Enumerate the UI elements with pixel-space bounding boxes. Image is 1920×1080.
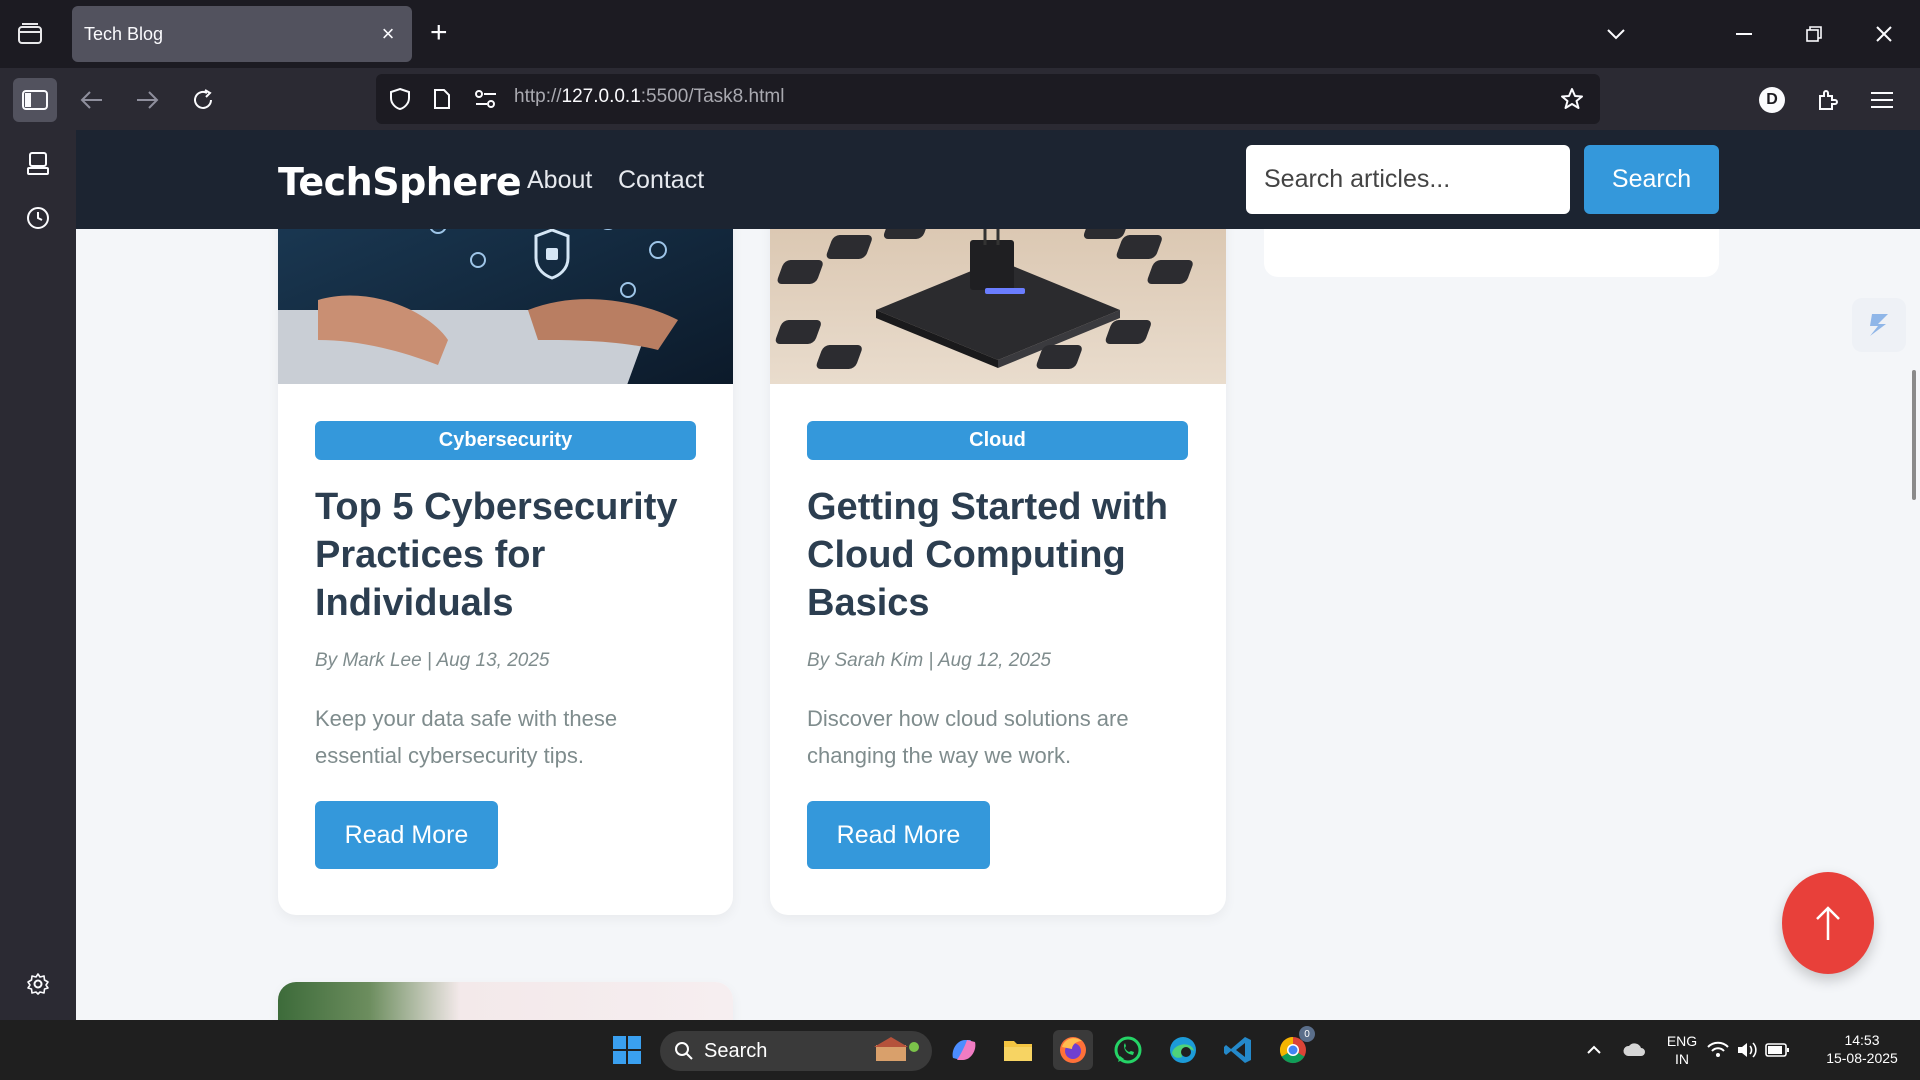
tab-title: Tech Blog [84, 23, 164, 44]
profile-initial: D [1759, 87, 1785, 113]
taskbar-search[interactable]: Search [660, 1031, 932, 1071]
site-header: TechSphere About Contact Search [76, 130, 1920, 229]
search-button[interactable]: Search [1584, 145, 1719, 214]
browser-nav-bar: http://127.0.0.1:5500/Task8.html D [0, 68, 1920, 130]
read-more-button[interactable]: Read More [807, 801, 990, 869]
history-clock-icon[interactable] [20, 200, 56, 236]
post-meta: By Sarah Kim | Aug 12, 2025 [807, 650, 1051, 671]
menu-icon[interactable] [1860, 78, 1904, 122]
minimize-icon[interactable] [1724, 14, 1764, 54]
bookmark-star-icon[interactable] [1558, 85, 1586, 113]
wifi-icon [1707, 1041, 1729, 1057]
new-tab-icon[interactable]: + [430, 18, 448, 48]
extension-float-icon[interactable] [1852, 298, 1906, 352]
site-permissions-icon[interactable] [472, 85, 500, 113]
url-host: 127.0.0.1 [561, 86, 641, 107]
windows-taskbar: Search 0 ENG IN 14:53 15-08-2025 [0, 1020, 1920, 1080]
shield-icon[interactable] [386, 85, 414, 113]
post-card [278, 982, 733, 1020]
clock-date: 15-08-2025 [1826, 1050, 1898, 1066]
url-path: :5500/Task8.html [640, 86, 785, 107]
reload-icon[interactable] [181, 78, 225, 122]
post-image [278, 982, 733, 1020]
forward-arrow-icon[interactable] [125, 78, 169, 122]
url-text[interactable]: http://127.0.0.1:5500/Task8.html [514, 86, 784, 108]
search-highlight-icon [874, 1037, 919, 1061]
chevron-up-icon[interactable] [1574, 1030, 1614, 1070]
volume-icon [1738, 1042, 1757, 1058]
post-title[interactable]: Top 5 Cybersecurity Practices for Indivi… [315, 483, 715, 627]
file-explorer-icon[interactable] [998, 1030, 1038, 1070]
category-tag[interactable]: Cybersecurity [315, 421, 696, 460]
extensions-icon[interactable] [1806, 78, 1850, 122]
restore-icon[interactable] [1794, 14, 1834, 54]
settings-gear-icon[interactable] [20, 966, 56, 1002]
category-tag[interactable]: Cloud [807, 421, 1188, 460]
post-meta: By Mark Lee | Aug 13, 2025 [315, 650, 550, 671]
post-excerpt: Keep your data safe with these essential… [315, 706, 618, 768]
firefox-icon[interactable] [1053, 1030, 1093, 1070]
close-window-icon[interactable] [1864, 14, 1904, 54]
back-arrow-icon[interactable] [70, 78, 114, 122]
page-icon [428, 85, 456, 113]
system-tray-status[interactable] [1706, 1030, 1806, 1070]
chrome-badge: 0 [1299, 1026, 1315, 1042]
chevron-down-icon[interactable] [1596, 14, 1636, 54]
post-title[interactable]: Getting Started with Cloud Computing Bas… [807, 483, 1207, 627]
url-bar[interactable]: http://127.0.0.1:5500/Task8.html [376, 74, 1600, 124]
chrome-icon[interactable]: 0 [1273, 1026, 1315, 1070]
profile-avatar[interactable]: D [1750, 78, 1794, 122]
windows-start-icon[interactable] [607, 1030, 647, 1070]
arrow-up-icon [1816, 906, 1840, 940]
clock[interactable]: 14:53 15-08-2025 [1812, 1031, 1912, 1067]
region-code: IN [1675, 1051, 1689, 1067]
post-card: Cybersecurity Top 5 Cybersecurity Practi… [278, 190, 733, 915]
language-indicator[interactable]: ENG IN [1662, 1032, 1702, 1068]
web-page: Cybersecurity Top 5 Cybersecurity Practi… [76, 130, 1920, 1020]
read-more-button[interactable]: Read More [315, 801, 498, 869]
post-card: Cloud Getting Started with Cloud Computi… [770, 190, 1226, 915]
sidebar-toggle-icon[interactable] [13, 78, 57, 122]
post-excerpt: Discover how cloud solutions are changin… [807, 706, 1129, 768]
tab-tech-blog[interactable]: Tech Blog × [72, 6, 412, 62]
edge-icon[interactable] [1163, 1030, 1203, 1070]
site-logo[interactable]: TechSphere [278, 160, 522, 204]
nav-link-contact[interactable]: Contact [618, 166, 704, 195]
vscode-icon[interactable] [1218, 1030, 1258, 1070]
onedrive-cloud-icon[interactable] [1614, 1030, 1654, 1070]
nav-link-about[interactable]: About [527, 166, 592, 195]
browser-sidebar [0, 130, 76, 1020]
copilot-icon[interactable] [944, 1030, 984, 1070]
search-input[interactable] [1246, 145, 1570, 214]
browser-tab-bar: Tech Blog × + [0, 0, 1920, 68]
synced-tabs-icon[interactable] [20, 146, 56, 182]
tab-list-icon[interactable] [12, 16, 48, 52]
battery-icon [1765, 1043, 1789, 1057]
scroll-to-top-button[interactable] [1782, 872, 1874, 974]
taskbar-search-label: Search [704, 1039, 768, 1062]
clock-time: 14:53 [1844, 1032, 1880, 1048]
whatsapp-icon[interactable] [1108, 1030, 1148, 1070]
page-scrollbar[interactable] [1912, 370, 1916, 500]
search-icon [675, 1042, 693, 1060]
language-code: ENG [1666, 1033, 1698, 1049]
url-prefix: http:// [514, 86, 562, 107]
close-tab-icon[interactable]: × [376, 21, 400, 46]
